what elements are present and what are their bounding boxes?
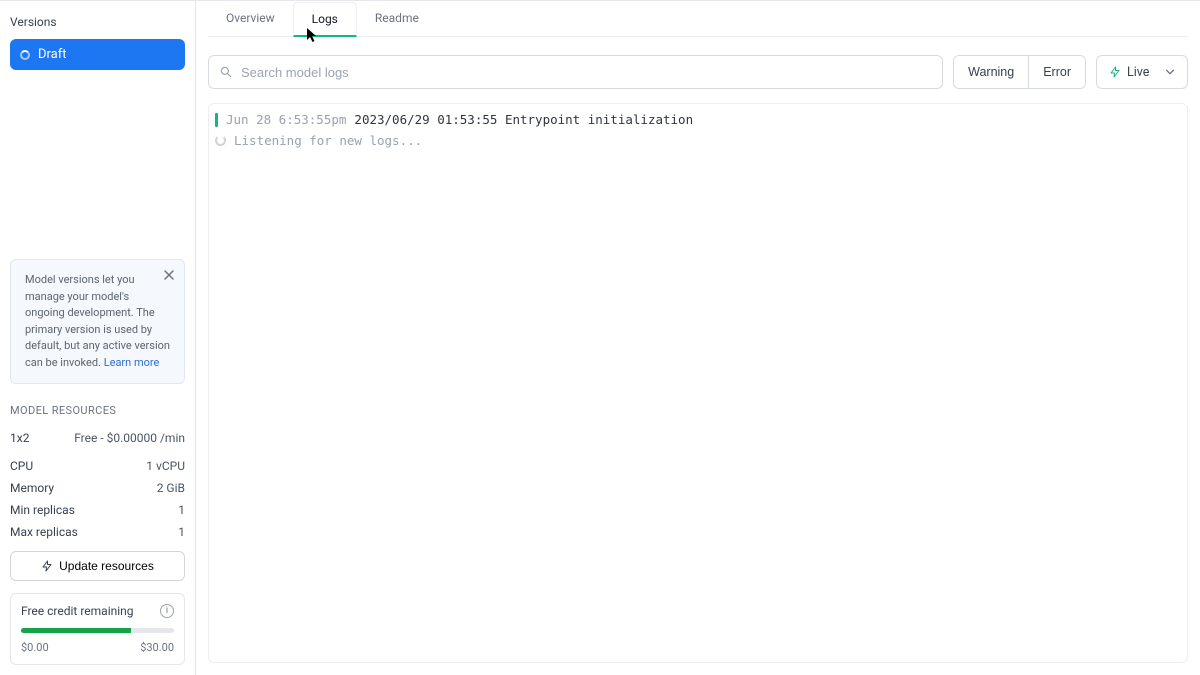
search-input[interactable] — [209, 56, 942, 88]
sidebar: Versions Draft Model versions let you ma… — [0, 1, 196, 675]
credit-min: $0.00 — [21, 641, 49, 654]
search-wrapper — [208, 55, 943, 89]
resource-tier-price: Free - $0.00000 /min — [74, 431, 185, 445]
main-panel: Overview Logs Readme Warning Error Live — [196, 1, 1200, 675]
memory-label: Memory — [10, 481, 54, 495]
close-icon[interactable] — [160, 266, 178, 284]
log-output: Jun 28 6:53:55pm 2023/06/29 01:53:55 Ent… — [208, 103, 1188, 663]
free-credit-label: Free credit remaining — [21, 604, 134, 618]
min-replicas-value: 1 — [178, 503, 185, 517]
loading-spinner-icon — [20, 50, 30, 60]
search-icon — [219, 65, 233, 79]
credit-progress-fill — [21, 628, 131, 633]
info-card-text: Model versions let you manage your model… — [25, 273, 170, 369]
log-listening-line: Listening for new logs... — [209, 129, 1187, 152]
sidebar-title: Versions — [10, 15, 185, 29]
filter-warning-button[interactable]: Warning — [954, 56, 1028, 88]
max-replicas-label: Max replicas — [10, 525, 78, 539]
version-draft-item[interactable]: Draft — [10, 39, 185, 70]
chevron-down-icon — [1165, 67, 1175, 77]
free-credit-card: Free credit remaining i $0.00 $30.00 — [10, 593, 185, 665]
max-replicas-value: 1 — [178, 525, 185, 539]
log-level-indicator — [215, 113, 218, 127]
filter-error-button[interactable]: Error — [1028, 56, 1085, 88]
listening-text: Listening for new logs... — [234, 133, 422, 148]
update-resources-label: Update resources — [59, 559, 154, 573]
update-resources-button[interactable]: Update resources — [10, 551, 185, 581]
log-controls: Warning Error Live — [208, 55, 1188, 89]
resource-tier: 1x2 — [10, 431, 29, 445]
credit-progress-bar — [21, 628, 174, 633]
tab-logs[interactable]: Logs — [293, 2, 357, 37]
log-entry: Jun 28 6:53:55pm 2023/06/29 01:53:55 Ent… — [209, 110, 1187, 129]
info-icon[interactable]: i — [160, 604, 174, 618]
memory-value: 2 GiB — [157, 481, 185, 495]
tab-overview[interactable]: Overview — [208, 1, 293, 36]
tab-readme[interactable]: Readme — [357, 1, 437, 36]
log-message: 2023/06/29 01:53:55 Entrypoint initializ… — [354, 112, 693, 127]
live-label: Live — [1127, 65, 1149, 80]
cpu-value: 1 vCPU — [146, 459, 185, 473]
model-resources-label: MODEL RESOURCES — [10, 404, 185, 417]
bolt-icon — [41, 560, 53, 572]
log-local-timestamp: Jun 28 6:53:55pm — [226, 112, 346, 127]
min-replicas-label: Min replicas — [10, 503, 75, 517]
version-label: Draft — [38, 47, 67, 62]
live-dropdown[interactable]: Live — [1096, 55, 1188, 89]
loading-spinner-icon — [215, 135, 226, 146]
learn-more-link[interactable]: Learn more — [104, 356, 160, 369]
versions-info-card: Model versions let you manage your model… — [10, 259, 185, 384]
log-level-filter: Warning Error — [953, 55, 1086, 89]
credit-max: $30.00 — [140, 641, 174, 654]
bolt-icon — [1109, 66, 1121, 78]
tab-bar: Overview Logs Readme — [208, 1, 1188, 37]
cpu-label: CPU — [10, 459, 33, 473]
